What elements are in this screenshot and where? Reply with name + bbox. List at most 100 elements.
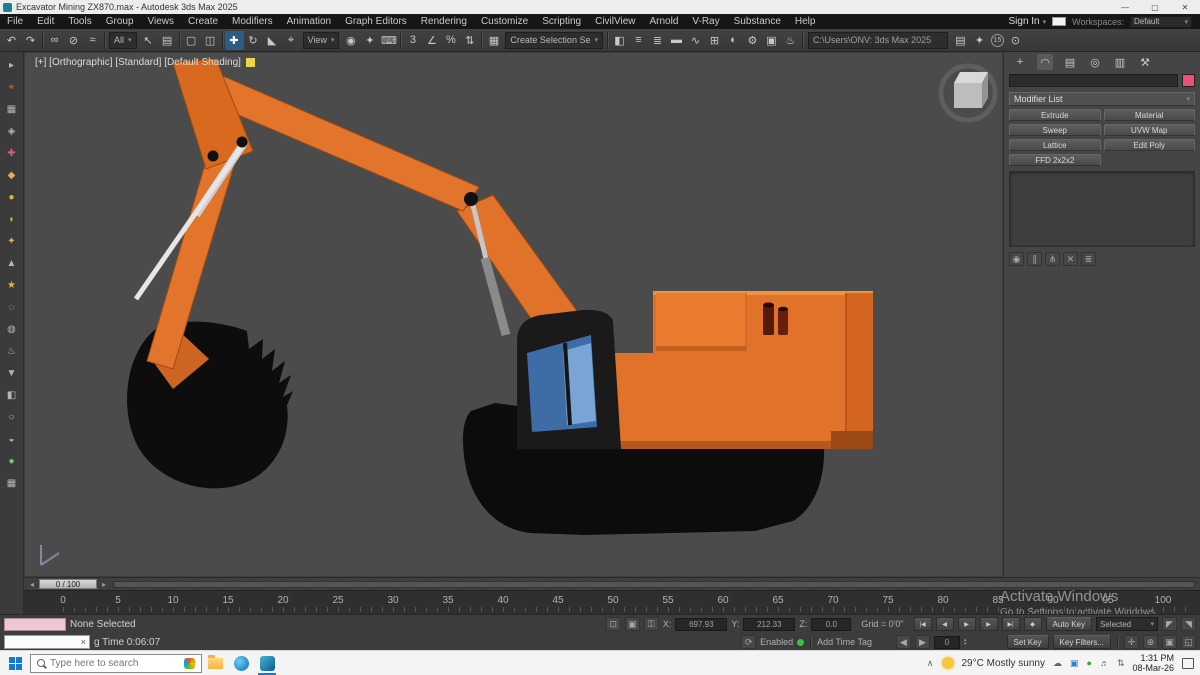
schematic-view-icon[interactable]: ⊞	[705, 31, 724, 50]
time-configuration-icon[interactable]: ⟳	[741, 635, 757, 649]
modifier-button-edit-poly[interactable]: Edit Poly	[1103, 139, 1195, 151]
ribbon-toggle-icon[interactable]: ▬	[667, 31, 686, 50]
menu-tools[interactable]: Tools	[61, 14, 98, 29]
auto-key-button[interactable]: Auto Key	[1045, 617, 1092, 631]
select-link-icon[interactable]: ∞	[45, 31, 64, 50]
left-toolbar-icon[interactable]: ◈	[5, 124, 19, 138]
3ds-max-taskbar-icon[interactable]	[254, 651, 280, 675]
add-time-tag[interactable]: Add Time Tag	[817, 637, 872, 647]
edit-named-selections-icon[interactable]: ▦	[484, 31, 503, 50]
rendered-frame-icon[interactable]: ▣	[762, 31, 781, 50]
zoom-extents-icon[interactable]: ▣	[1162, 635, 1177, 649]
select-object-icon[interactable]: ↖	[139, 31, 158, 50]
left-toolbar-icon[interactable]: ◆	[5, 168, 19, 182]
step-back-icon[interactable]: ◀	[896, 635, 912, 649]
menu-customize[interactable]: Customize	[474, 14, 535, 29]
excavator-model[interactable]	[127, 58, 873, 535]
left-toolbar-icon[interactable]: ★	[5, 278, 19, 292]
modifier-button-lattice[interactable]: Lattice	[1009, 139, 1101, 151]
viewport-label[interactable]: [+] [Orthographic] [Standard] [Default S…	[35, 57, 255, 68]
left-toolbar-icon[interactable]: ●	[5, 190, 19, 204]
key-filters-button[interactable]: Key Filters...	[1052, 635, 1111, 649]
select-move-icon[interactable]: ✚	[224, 30, 244, 50]
close-icon[interactable]: ×	[81, 637, 86, 647]
left-toolbar-icon[interactable]: ▼	[5, 366, 19, 380]
left-toolbar-icon[interactable]: ◗	[5, 212, 19, 226]
goto-end-button[interactable]: ▶|	[1001, 617, 1020, 631]
tab-create[interactable]: +	[1012, 54, 1028, 70]
material-editor-icon[interactable]: ◐	[724, 31, 743, 50]
step-forward-icon[interactable]: ▶	[915, 635, 931, 649]
left-toolbar-icon[interactable]: ◒	[5, 432, 19, 446]
bind-spacewarp-icon[interactable]: ≈	[83, 31, 102, 50]
key-tangent-in-icon[interactable]: ◤	[1162, 617, 1177, 631]
pin-stack-icon[interactable]: ◉	[1009, 252, 1024, 266]
left-toolbar-icon[interactable]: ◧	[5, 388, 19, 402]
prev-frame-arrow[interactable]: ◂	[27, 580, 37, 589]
select-rotate-icon[interactable]: ↻	[244, 31, 263, 50]
time-slider-track[interactable]	[113, 580, 1195, 588]
snap-toggle-icon[interactable]: 3	[403, 31, 422, 50]
percent-snap-icon[interactable]: %	[441, 31, 460, 50]
modifier-button-extrude[interactable]: Extrude	[1009, 109, 1101, 121]
modifier-button-sweep[interactable]: Sweep	[1009, 124, 1101, 136]
left-toolbar-icon[interactable]: ▦	[5, 102, 19, 116]
tray-app-icon[interactable]: ▣	[1070, 658, 1079, 669]
modifier-button-uvw-map[interactable]: UVW Map	[1103, 124, 1195, 136]
minimize-button[interactable]: —	[1110, 0, 1140, 14]
menu-help[interactable]: Help	[788, 14, 823, 29]
play-button[interactable]: ▶	[957, 617, 976, 631]
mirror-icon[interactable]: ◧	[610, 31, 629, 50]
frame-number-spinner[interactable]: 0	[934, 635, 961, 649]
x-coordinate-field[interactable]: 697.93	[675, 617, 728, 631]
weather-text[interactable]: 29°C Mostly sunny	[962, 658, 1045, 669]
set-key-button[interactable]: Set Key	[1006, 635, 1049, 649]
menu-edit[interactable]: Edit	[30, 14, 61, 29]
time-slider-handle[interactable]: 0 / 100	[39, 579, 97, 589]
left-toolbar-icon[interactable]: ▦	[5, 476, 19, 490]
left-toolbar-icon[interactable]: ○	[5, 410, 19, 424]
select-by-name-icon[interactable]: ▤	[158, 31, 177, 50]
named-selection-dropdown[interactable]: Create Selection Se ▾	[505, 31, 603, 49]
taskbar-clock[interactable]: 1:31 PM 08-Mar-26	[1132, 653, 1174, 674]
align-icon[interactable]: ≡	[629, 31, 648, 50]
remove-modifier-icon[interactable]: ✕	[1063, 252, 1078, 266]
left-toolbar-icon[interactable]: ♨	[5, 344, 19, 358]
macro-recorder-pane[interactable]	[4, 617, 66, 631]
onedrive-cloud-icon[interactable]: ☁	[1053, 658, 1062, 669]
curve-editor-icon[interactable]: ∿	[686, 31, 705, 50]
sign-in-button[interactable]: Sign In ▾	[1008, 16, 1046, 27]
undo-icon[interactable]: ↶	[2, 31, 21, 50]
menu-create[interactable]: Create	[181, 14, 225, 29]
close-button[interactable]: ✕	[1170, 0, 1200, 14]
modifier-button-ffd[interactable]: FFD 2x2x2	[1009, 154, 1101, 166]
menu-rendering[interactable]: Rendering	[414, 14, 474, 29]
tray-status-icon[interactable]: ●	[1087, 658, 1092, 668]
offset-mode-icon[interactable]: ▣	[624, 617, 640, 631]
menu-modifiers[interactable]: Modifiers	[225, 14, 280, 29]
viewcube[interactable]	[938, 63, 998, 123]
left-toolbar-icon[interactable]: ●	[5, 454, 19, 468]
next-frame-arrow[interactable]: ▸	[99, 580, 109, 589]
left-toolbar-icon[interactable]: ✦	[5, 234, 19, 248]
menu-graph-editors[interactable]: Graph Editors	[338, 14, 414, 29]
search-highlights-icon[interactable]	[184, 657, 195, 669]
left-toolbar-icon[interactable]: ◌	[5, 300, 19, 314]
render-setup-icon[interactable]: ⚙	[743, 31, 762, 50]
copilot-icon[interactable]: ✦	[970, 31, 989, 50]
coord-system-dropdown[interactable]: View ▾	[302, 31, 340, 49]
browser-icon[interactable]	[228, 651, 254, 675]
taskbar-search-input[interactable]: Type here to search	[30, 653, 202, 673]
tab-hierarchy[interactable]: ▤	[1062, 54, 1078, 70]
menu-substance[interactable]: Substance	[727, 14, 788, 29]
select-scale-icon[interactable]: ◣	[263, 31, 282, 50]
tab-utilities[interactable]: ⚒	[1137, 54, 1153, 70]
left-toolbar-icon[interactable]: ⌖	[5, 80, 19, 94]
z-coordinate-field[interactable]: 0.0	[811, 617, 852, 631]
menu-vray[interactable]: V-Ray	[685, 14, 726, 29]
previous-frame-button[interactable]: ◀	[935, 617, 954, 631]
render-icon[interactable]: ♨	[781, 31, 800, 50]
key-mode-dropdown[interactable]: Selected ▾	[1096, 617, 1158, 631]
keyboard-override-icon[interactable]: ⌨	[379, 31, 398, 50]
maxscript-mini-listener[interactable]: ×	[4, 635, 90, 649]
